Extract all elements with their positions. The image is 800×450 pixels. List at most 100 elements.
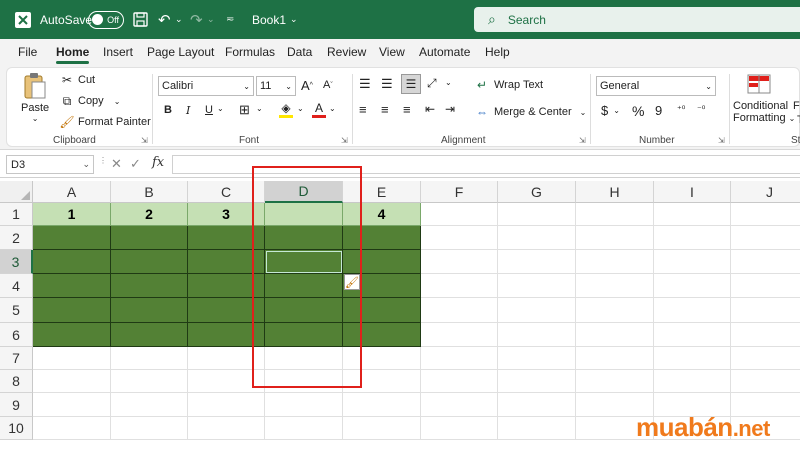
tab-file[interactable]: File	[18, 45, 37, 59]
cell-a3[interactable]	[33, 250, 111, 274]
font-name-select[interactable]: Calibri ⌄	[158, 76, 254, 96]
cell-f10[interactable]	[421, 417, 498, 440]
cell-b10[interactable]	[111, 417, 188, 440]
tab-data[interactable]: Data	[287, 45, 312, 59]
cell-h1[interactable]	[576, 203, 654, 226]
cell-a9[interactable]	[33, 393, 111, 417]
cell-b7[interactable]	[111, 347, 188, 370]
column-header-f[interactable]: F	[421, 181, 498, 203]
tab-review[interactable]: Review	[327, 45, 366, 59]
cell-h8[interactable]	[576, 370, 654, 393]
row-header-1[interactable]: 1	[0, 203, 33, 226]
cancel-icon[interactable]: ✕	[111, 156, 122, 172]
cell-h6[interactable]	[576, 323, 654, 347]
font-launcher-icon[interactable]: ⇲	[341, 136, 348, 145]
clipboard-launcher-icon[interactable]: ⇲	[141, 136, 148, 145]
cell-c10[interactable]	[188, 417, 265, 440]
cell-a5[interactable]	[33, 298, 111, 323]
cell-j2[interactable]	[731, 226, 800, 250]
cell-b3[interactable]	[111, 250, 188, 274]
search-box[interactable]: ⌕ Search	[474, 7, 800, 32]
undo-icon[interactable]: ↶	[158, 0, 171, 39]
cell-j6[interactable]	[731, 323, 800, 347]
cell-f4[interactable]	[421, 274, 498, 298]
column-header-b[interactable]: B	[111, 181, 188, 203]
borders-dropdown-icon[interactable]: ⌄	[256, 104, 263, 113]
wrap-text-button[interactable]: ↵ Wrap Text	[474, 77, 543, 93]
cell-j7[interactable]	[731, 347, 800, 370]
column-header-a[interactable]: A	[33, 181, 111, 203]
redo-dropdown-icon[interactable]: ⌄	[207, 0, 215, 39]
cell-f7[interactable]	[421, 347, 498, 370]
undo-dropdown-icon[interactable]: ⌄	[175, 0, 183, 39]
name-box[interactable]: D3 ⌄	[6, 155, 94, 174]
row-header-10[interactable]: 10	[0, 417, 33, 440]
cell-h3[interactable]	[576, 250, 654, 274]
cell-a10[interactable]	[33, 417, 111, 440]
tab-view[interactable]: View	[379, 45, 405, 59]
cell-i3[interactable]	[654, 250, 731, 274]
cell-i8[interactable]	[654, 370, 731, 393]
cell-i7[interactable]	[654, 347, 731, 370]
cell-f2[interactable]	[421, 226, 498, 250]
number-launcher-icon[interactable]: ⇲	[718, 136, 725, 145]
cell-j4[interactable]	[731, 274, 800, 298]
cell-g2[interactable]	[498, 226, 576, 250]
underline-button[interactable]: U	[205, 104, 213, 116]
cell-g4[interactable]	[498, 274, 576, 298]
tab-help[interactable]: Help	[485, 45, 510, 59]
column-header-g[interactable]: G	[498, 181, 576, 203]
column-header-h[interactable]: H	[576, 181, 654, 203]
comma-style-icon[interactable]: 9	[655, 103, 662, 118]
tab-page-layout[interactable]: Page Layout	[147, 45, 214, 59]
cell-j3[interactable]	[731, 250, 800, 274]
cut-button[interactable]: ✂ Cut	[59, 72, 95, 88]
format-as-table-label[interactable]: Fo	[793, 100, 800, 112]
cell-b4[interactable]	[111, 274, 188, 298]
cell-b6[interactable]	[111, 323, 188, 347]
spreadsheet-grid[interactable]: A B C D E F G H I J 1 1 2 3 4 2 3 4 5 6 7 8 9 10	[0, 181, 800, 450]
cell-d9[interactable]	[265, 393, 343, 417]
font-color-button[interactable]: A	[312, 101, 326, 118]
cell-g1[interactable]	[498, 203, 576, 226]
cell-g7[interactable]	[498, 347, 576, 370]
tab-automate[interactable]: Automate	[419, 45, 470, 59]
paste-button[interactable]: Paste ⌄	[21, 72, 49, 123]
align-left-icon[interactable]: ≡	[359, 102, 367, 117]
workbook-title[interactable]: Book1 ⌄	[252, 0, 298, 39]
autosave-toggle[interactable]: Off	[88, 0, 124, 39]
alignment-launcher-icon[interactable]: ⇲	[579, 136, 586, 145]
conditional-formatting-icon[interactable]	[747, 74, 771, 94]
cell-i6[interactable]	[654, 323, 731, 347]
cell-j5[interactable]	[731, 298, 800, 323]
number-format-select[interactable]: General ⌄	[596, 76, 716, 96]
align-top-icon[interactable]: ☰	[359, 76, 371, 92]
paste-dropdown-icon[interactable]: ⌄	[32, 114, 39, 123]
cell-f1[interactable]	[421, 203, 498, 226]
decrease-font-icon[interactable]: Aˇ	[323, 79, 333, 91]
tab-home[interactable]: Home	[56, 45, 90, 64]
row-header-3[interactable]: 3	[0, 250, 33, 274]
row-header-4[interactable]: 4	[0, 274, 33, 298]
borders-icon[interactable]: ⊞	[239, 102, 250, 118]
cell-e10[interactable]	[343, 417, 421, 440]
row-header-8[interactable]: 8	[0, 370, 33, 393]
cell-a4[interactable]	[33, 274, 111, 298]
align-bottom-icon[interactable]: ☰	[401, 74, 421, 94]
orientation-dropdown-icon[interactable]: ⌄	[445, 78, 452, 87]
save-icon[interactable]	[133, 0, 148, 39]
cell-h4[interactable]	[576, 274, 654, 298]
column-header-j[interactable]: J	[731, 181, 800, 203]
cell-b8[interactable]	[111, 370, 188, 393]
cell-g5[interactable]	[498, 298, 576, 323]
cell-f5[interactable]	[421, 298, 498, 323]
cell-g8[interactable]	[498, 370, 576, 393]
cell-b9[interactable]	[111, 393, 188, 417]
cell-a6[interactable]	[33, 323, 111, 347]
cell-i2[interactable]	[654, 226, 731, 250]
cell-j1[interactable]	[731, 203, 800, 226]
align-center-icon[interactable]: ≡	[381, 102, 389, 117]
increase-indent-icon[interactable]: ⇥	[445, 102, 455, 116]
fill-dropdown-icon[interactable]: ⌄	[297, 104, 304, 113]
conditional-formatting-button[interactable]: Conditional Formatting ⌄	[733, 100, 795, 124]
